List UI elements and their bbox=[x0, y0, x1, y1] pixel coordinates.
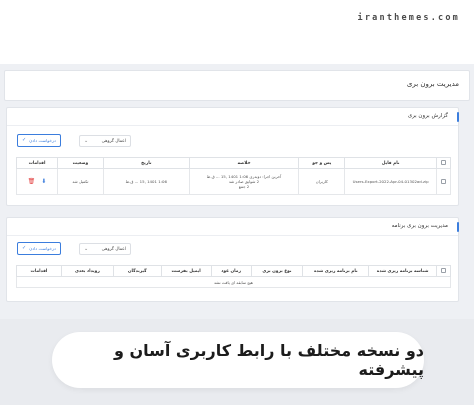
group-action-label: اعمال گروهی bbox=[101, 138, 126, 144]
page-title: مدیریت برون بری bbox=[406, 80, 459, 88]
check-icon: ✓ bbox=[22, 137, 27, 143]
download-icon[interactable]: ⬇ bbox=[41, 178, 46, 185]
table-row: Users-Export-2022-Apr-04-01302ad.zip کار… bbox=[16, 168, 451, 195]
col-status: وضعیت bbox=[57, 157, 104, 169]
col-recipients: گیرندگان bbox=[112, 265, 162, 277]
export-report-title: گزارش برون بری bbox=[407, 113, 448, 119]
summary-line: 2 جمع bbox=[238, 184, 250, 190]
chevron-down-icon: ⌄ bbox=[84, 246, 89, 252]
select-all-checkbox[interactable] bbox=[441, 267, 447, 273]
col-file-name: نام فایل bbox=[344, 157, 438, 169]
request-program-label: درخواست دادن bbox=[29, 246, 56, 251]
row-actions: ⬇ 🗑 bbox=[19, 178, 55, 185]
export-report-card: گزارش برون بری ✓ درخواست دادن ⌄ اعمال گر… bbox=[6, 107, 459, 206]
row-select-cell bbox=[436, 168, 451, 195]
export-programs-table: شناسه برنامه ریزی شده نام برنامه ریزی شد… bbox=[16, 265, 451, 288]
col-export-type: نوع برون بری bbox=[250, 265, 304, 277]
col-actions: اقدامات bbox=[16, 157, 58, 169]
col-summary: خلاصه bbox=[188, 157, 300, 169]
card-divider bbox=[7, 235, 458, 236]
card-accent bbox=[457, 112, 459, 122]
actions-cell: ⬇ 🗑 bbox=[16, 168, 58, 195]
col-actions: اقدامات bbox=[16, 265, 62, 277]
table-row: هیچ سابقه ای یافت نشد bbox=[16, 276, 451, 288]
request-export-label: درخواست دادن bbox=[29, 138, 56, 143]
group-action-select[interactable]: ⌄ اعمال گروهی bbox=[79, 135, 131, 147]
col-schedule-id: شناسه برنامه ریزی شده bbox=[368, 265, 438, 277]
trash-icon[interactable]: 🗑 bbox=[28, 178, 36, 185]
table-header-row: نام فایل پس و جو خلاصه تاریخ وضعیت اقدام… bbox=[16, 157, 451, 169]
date-cell: 1:06 1401 ,15 ... ق.ظ bbox=[102, 168, 190, 195]
select-all-cell bbox=[436, 265, 451, 277]
page-header: مدیریت برون بری bbox=[4, 70, 470, 101]
chevron-down-icon: ⌄ bbox=[84, 138, 89, 144]
group-action-label: اعمال گروهی bbox=[101, 246, 126, 252]
select-all-checkbox[interactable] bbox=[441, 159, 446, 165]
card-divider bbox=[7, 125, 458, 126]
request-export-button[interactable]: ✓ درخواست دادن bbox=[17, 134, 61, 147]
watermark-text: iranthemes.com bbox=[357, 13, 460, 23]
summary-cell: آخرین اجرا: دوبدری 1:06 1401 ,15 ... ق.ظ… bbox=[188, 168, 300, 195]
check-icon: ✓ bbox=[22, 245, 27, 251]
col-send-email: ایمیل بفرست bbox=[160, 265, 212, 277]
row-checkbox[interactable] bbox=[441, 178, 446, 184]
export-report-table: نام فایل پس و جو خلاصه تاریخ وضعیت اقدام… bbox=[16, 157, 451, 195]
export-programs-card: مدیریت برون بری برنامه ✓ درخواست دادن ⌄ … bbox=[6, 217, 459, 302]
request-program-button[interactable]: ✓ درخواست دادن bbox=[17, 242, 61, 255]
card-accent bbox=[457, 222, 459, 232]
banner-text: دو نسخه مختلف با رابط کاربری آسان و پیشر… bbox=[113, 341, 424, 379]
col-repeat-time: زمان عود bbox=[210, 265, 252, 277]
group-action-select[interactable]: ⌄ اعمال گروهی bbox=[79, 243, 131, 255]
select-all-cell bbox=[436, 157, 451, 169]
export-programs-title: مدیریت برون بری برنامه bbox=[391, 223, 448, 229]
promo-banner: دو نسخه مختلف با رابط کاربری آسان و پیشر… bbox=[52, 332, 424, 388]
table-header-row: شناسه برنامه ریزی شده نام برنامه ریزی شد… bbox=[16, 265, 451, 277]
col-next-event: رویداد بعدی bbox=[60, 265, 114, 277]
status-cell: تکمیل شد bbox=[57, 168, 104, 195]
file-name-cell: Users-Export-2022-Apr-04-01302ad.zip bbox=[344, 168, 438, 195]
col-schedule-name: نام برنامه ریزی شده bbox=[302, 265, 370, 277]
empty-state-cell: هیچ سابقه ای یافت نشد bbox=[16, 276, 451, 288]
query-cell: کاربران bbox=[298, 168, 346, 195]
col-date: تاریخ bbox=[102, 157, 190, 169]
col-query: پس و جو bbox=[298, 157, 346, 169]
